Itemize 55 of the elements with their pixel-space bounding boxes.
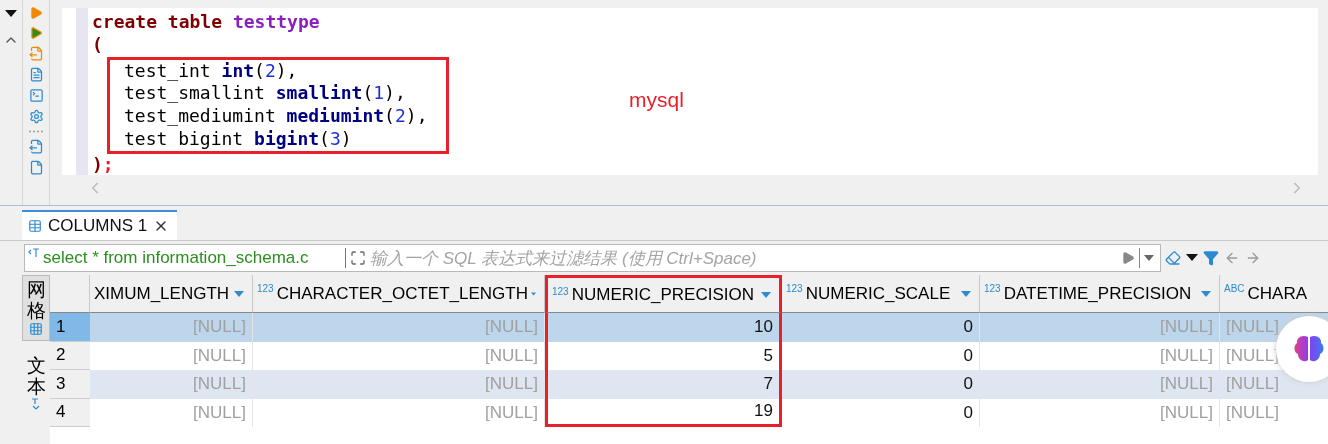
- grid-icon: [29, 321, 43, 336]
- table-cell: [NULL]: [980, 370, 1220, 399]
- code-line: );: [92, 153, 115, 177]
- script-icon[interactable]: [28, 46, 44, 61]
- table-cell: [NULL]: [90, 313, 253, 342]
- table-cell: 0: [782, 313, 980, 342]
- code-editor[interactable]: create table testtype ( test_int int(2), test_smallint smallint(1), test_mediumint mediumint(2), test bigint bigint(3) ); mysql: [62, 8, 1318, 175]
- table-icon: [28, 219, 42, 233]
- sql-icon: [28, 248, 40, 258]
- caret-icon[interactable]: [1186, 254, 1198, 262]
- result-tab[interactable]: COLUMNS 1: [22, 210, 178, 240]
- view-tab[interactable]: 文本: [22, 350, 50, 415]
- filter-field[interactable]: select * from information_schema.c 输入一个 SQL 表达式来过滤结果 (使用 Ctrl+Space): [24, 244, 1161, 272]
- collapse-icon[interactable]: [5, 10, 17, 18]
- table-cell: 10: [545, 313, 782, 342]
- code-line: create table testtype: [92, 11, 321, 34]
- table-cell: 19: [545, 398, 782, 427]
- text-icon: [31, 397, 41, 410]
- back-icon[interactable]: [1224, 250, 1240, 266]
- document-icon[interactable]: [28, 67, 44, 82]
- row-number[interactable]: 3: [50, 370, 90, 399]
- table-cell: [NULL]: [253, 313, 545, 342]
- code-line: test_smallint smallint(1),: [123, 82, 407, 106]
- row-number[interactable]: 1: [50, 313, 90, 342]
- table-cell: 7: [545, 370, 782, 399]
- grid-corner: [50, 275, 90, 313]
- filter-placeholder: 输入一个 SQL 表达式来过滤结果 (使用 Ctrl+Space): [370, 247, 758, 270]
- table-cell: 5: [545, 341, 782, 370]
- forward-icon[interactable]: [1245, 250, 1261, 266]
- view-tab[interactable]: 网格: [22, 275, 50, 341]
- export-icon[interactable]: [28, 139, 44, 154]
- expand-icon[interactable]: [350, 250, 366, 266]
- terminal-icon[interactable]: [28, 88, 44, 103]
- table-cell: [NULL]: [253, 370, 545, 399]
- row-number[interactable]: 4: [50, 398, 90, 427]
- dots-icon: [29, 130, 43, 133]
- play-icon[interactable]: [29, 26, 43, 40]
- table-cell: 0: [782, 370, 980, 399]
- code-line: (: [92, 33, 104, 57]
- column-header[interactable]: XIMUM_LENGTH: [90, 275, 253, 313]
- file-icon[interactable]: [28, 160, 44, 175]
- play-icon[interactable]: [1121, 251, 1135, 265]
- brain-icon: [1292, 334, 1326, 364]
- row-number[interactable]: 2: [50, 341, 90, 370]
- filter-icon[interactable]: [1203, 250, 1219, 266]
- query-text: select * from information_schema.c: [43, 248, 346, 268]
- eraser-icon[interactable]: [1165, 250, 1181, 266]
- annotation-text: mysql: [629, 88, 684, 112]
- table-cell: [NULL]: [980, 313, 1220, 342]
- code-line: test bigint bigint(3): [123, 128, 353, 151]
- play-icon[interactable]: [29, 6, 43, 20]
- table-cell: [NULL]: [90, 370, 253, 399]
- settings-icon[interactable]: [28, 109, 44, 124]
- code-line: test_mediumint mediumint(2),: [123, 105, 429, 128]
- code-line: test_int int(2),: [123, 59, 299, 83]
